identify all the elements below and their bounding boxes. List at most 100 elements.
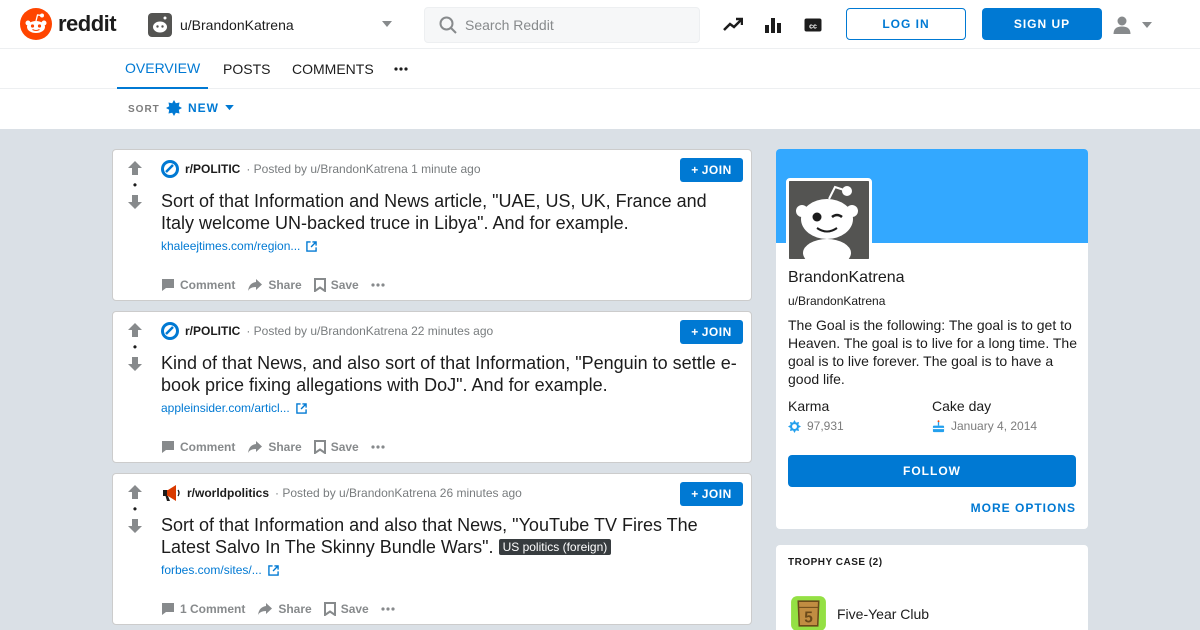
more-options-link[interactable]: MORE OPTIONS [971, 501, 1076, 515]
chevron-down-icon [1142, 22, 1152, 28]
comment-icon [162, 279, 174, 291]
closed-caption-icon[interactable]: cc [802, 14, 824, 36]
top-header: reddit u/BrandonKatrena cc LOG IN SIGN U… [0, 0, 1200, 49]
sort-bar: SORT NEW [0, 89, 1200, 129]
sort-label: SORT [128, 104, 160, 115]
search-input[interactable] [465, 17, 685, 33]
cake-icon [932, 419, 945, 432]
share-icon [248, 441, 263, 453]
post-meta: r/POLITIC · Posted by u/BrandonKatrena 1… [161, 160, 481, 178]
vote-count: • [132, 340, 138, 354]
trophy-case-card: TROPHY CASE (2) 5 Five-Year Club [776, 545, 1088, 630]
post-byline: · Posted by u/BrandonKatrena 26 minutes … [275, 486, 522, 500]
post-flair[interactable]: US politics (foreign) [498, 539, 612, 555]
post-title[interactable]: Sort of that Information and News articl… [161, 190, 741, 234]
external-link-icon [306, 240, 318, 252]
share-button[interactable]: Share [257, 602, 312, 616]
post-link[interactable]: forbes.com/sites/... [161, 563, 279, 577]
post-title[interactable]: Kind of that News, and also sort of that… [161, 352, 741, 396]
upvote-icon[interactable] [127, 484, 143, 500]
post-link[interactable]: appleinsider.com/articl... [161, 401, 307, 415]
vote-column: • [123, 322, 147, 372]
trophy-item[interactable]: 5 Five-Year Club [788, 593, 929, 630]
karma-icon [788, 419, 801, 433]
tab-posts[interactable]: POSTS [215, 49, 278, 89]
trophy-case-title: TROPHY CASE (2) [788, 557, 883, 568]
cake-day-stat: Cake day January 4, 2014 [932, 398, 1037, 433]
plus-icon: + [691, 163, 699, 177]
svg-text:cc: cc [809, 24, 817, 31]
subreddit-icon[interactable] [161, 160, 179, 178]
post-link[interactable]: khaleejtimes.com/region... [161, 239, 318, 253]
profile-card: BrandonKatrena u/BrandonKatrena The Goal… [776, 149, 1088, 529]
chevron-down-icon [382, 21, 392, 27]
save-button[interactable]: Save [313, 440, 359, 454]
subreddit-link[interactable]: r/worldpolitics [187, 486, 269, 500]
join-button[interactable]: + JOIN [680, 482, 743, 506]
more-tabs-icon[interactable] [392, 61, 410, 77]
vote-count: • [132, 178, 138, 192]
more-options-button[interactable] [371, 445, 385, 449]
stats-icon[interactable] [762, 14, 784, 36]
downvote-icon[interactable] [127, 194, 143, 210]
more-options-button[interactable] [371, 283, 385, 287]
trending-icon[interactable] [722, 14, 744, 36]
login-button[interactable]: LOG IN [846, 8, 966, 40]
logo-text: reddit [58, 11, 117, 36]
post-meta: r/POLITIC · Posted by u/BrandonKatrena 2… [161, 322, 493, 340]
join-button[interactable]: + JOIN [680, 158, 743, 182]
profile-avatar [786, 178, 872, 262]
user-context-dropdown[interactable]: u/BrandonKatrena [146, 8, 398, 41]
post-card[interactable]: • r/POLITIC · Posted by u/BrandonKatrena… [112, 149, 752, 301]
comment-button[interactable]: Comment [161, 440, 235, 454]
upvote-icon[interactable] [127, 322, 143, 338]
post-card[interactable]: • r/POLITIC · Posted by u/BrandonKatrena… [112, 311, 752, 463]
signup-button[interactable]: SIGN UP [982, 8, 1102, 40]
sort-dropdown[interactable]: NEW [166, 100, 234, 116]
plus-icon: + [691, 325, 699, 339]
post-title[interactable]: Sort of that Information and also that N… [161, 514, 741, 558]
post-meta: r/worldpolitics · Posted by u/BrandonKat… [161, 484, 522, 502]
more-options-button[interactable] [381, 607, 395, 611]
comment-button[interactable]: 1 Comment [161, 602, 245, 616]
more-icon [371, 283, 385, 287]
vote-count: • [132, 502, 138, 516]
search-bar[interactable] [424, 7, 700, 43]
subreddit-link[interactable]: r/POLITIC [185, 162, 240, 176]
plus-icon: + [691, 487, 699, 501]
external-link-icon [267, 564, 279, 576]
reddit-logo[interactable]: reddit [20, 8, 117, 40]
subreddit-link[interactable]: r/POLITIC [185, 324, 240, 338]
comment-button[interactable]: Comment [161, 278, 235, 292]
share-icon [248, 279, 263, 291]
more-icon [371, 445, 385, 449]
subreddit-icon[interactable] [161, 322, 179, 340]
karma-stat: Karma 97,931 [788, 398, 844, 433]
upvote-icon[interactable] [127, 160, 143, 176]
profile-handle: u/BrandonKatrena [788, 294, 886, 308]
tab-comments[interactable]: COMMENTS [284, 49, 382, 89]
share-button[interactable]: Share [247, 278, 302, 292]
post-card[interactable]: • r/worldpolitics · Posted by u/BrandonK… [112, 473, 752, 625]
share-button[interactable]: Share [247, 440, 302, 454]
downvote-icon[interactable] [127, 356, 143, 372]
join-button[interactable]: + JOIN [680, 320, 743, 344]
megaphone-icon[interactable] [161, 484, 181, 502]
downvote-icon[interactable] [127, 518, 143, 534]
user-avatar-icon [148, 12, 172, 37]
user-icon [1113, 16, 1131, 34]
save-button[interactable]: Save [313, 278, 359, 292]
profile-description: The Goal is the following: The goal is t… [788, 317, 1077, 387]
user-menu-dropdown[interactable] [1112, 12, 1164, 38]
follow-button[interactable]: FOLLOW [788, 455, 1076, 487]
save-button[interactable]: Save [323, 602, 369, 616]
five-year-club-icon: 5 [791, 596, 826, 630]
svg-text:5: 5 [804, 610, 813, 627]
chevron-down-icon [225, 105, 234, 111]
snoo-avatar-icon [789, 181, 869, 259]
reddit-logo-icon [20, 8, 52, 40]
new-sort-icon [166, 100, 182, 116]
tab-overview[interactable]: OVERVIEW [117, 49, 209, 89]
karma-value: 97,931 [807, 419, 844, 433]
post-actions: Comment Share Save [161, 278, 385, 292]
